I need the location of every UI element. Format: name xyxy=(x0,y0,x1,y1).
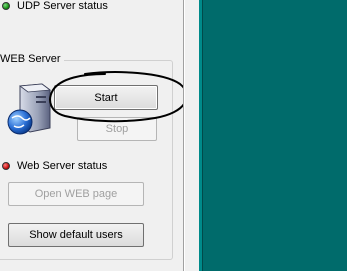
udp-status-led-icon xyxy=(2,2,10,10)
show-default-users-button[interactable]: Show default users xyxy=(8,223,144,247)
web-status-row: Web Server status xyxy=(2,160,107,172)
splitter-gap[interactable] xyxy=(185,0,199,271)
stop-button[interactable]: Stop xyxy=(77,117,157,141)
web-status-led-icon xyxy=(2,162,10,170)
server-globe-icon xyxy=(7,83,52,135)
open-web-page-button[interactable]: Open WEB page xyxy=(8,182,144,206)
start-button[interactable]: Start xyxy=(54,85,158,110)
udp-status-row: UDP Server status xyxy=(2,0,108,12)
desktop-area-edge-shadow xyxy=(202,0,203,271)
control-panel: UDP Server status WEB Server Start Stop xyxy=(0,0,188,271)
web-status-label: Web Server status xyxy=(17,160,108,172)
udp-status-label: UDP Server status xyxy=(17,0,108,12)
desktop-area xyxy=(199,0,347,271)
web-server-group-title: WEB Server xyxy=(0,53,64,65)
